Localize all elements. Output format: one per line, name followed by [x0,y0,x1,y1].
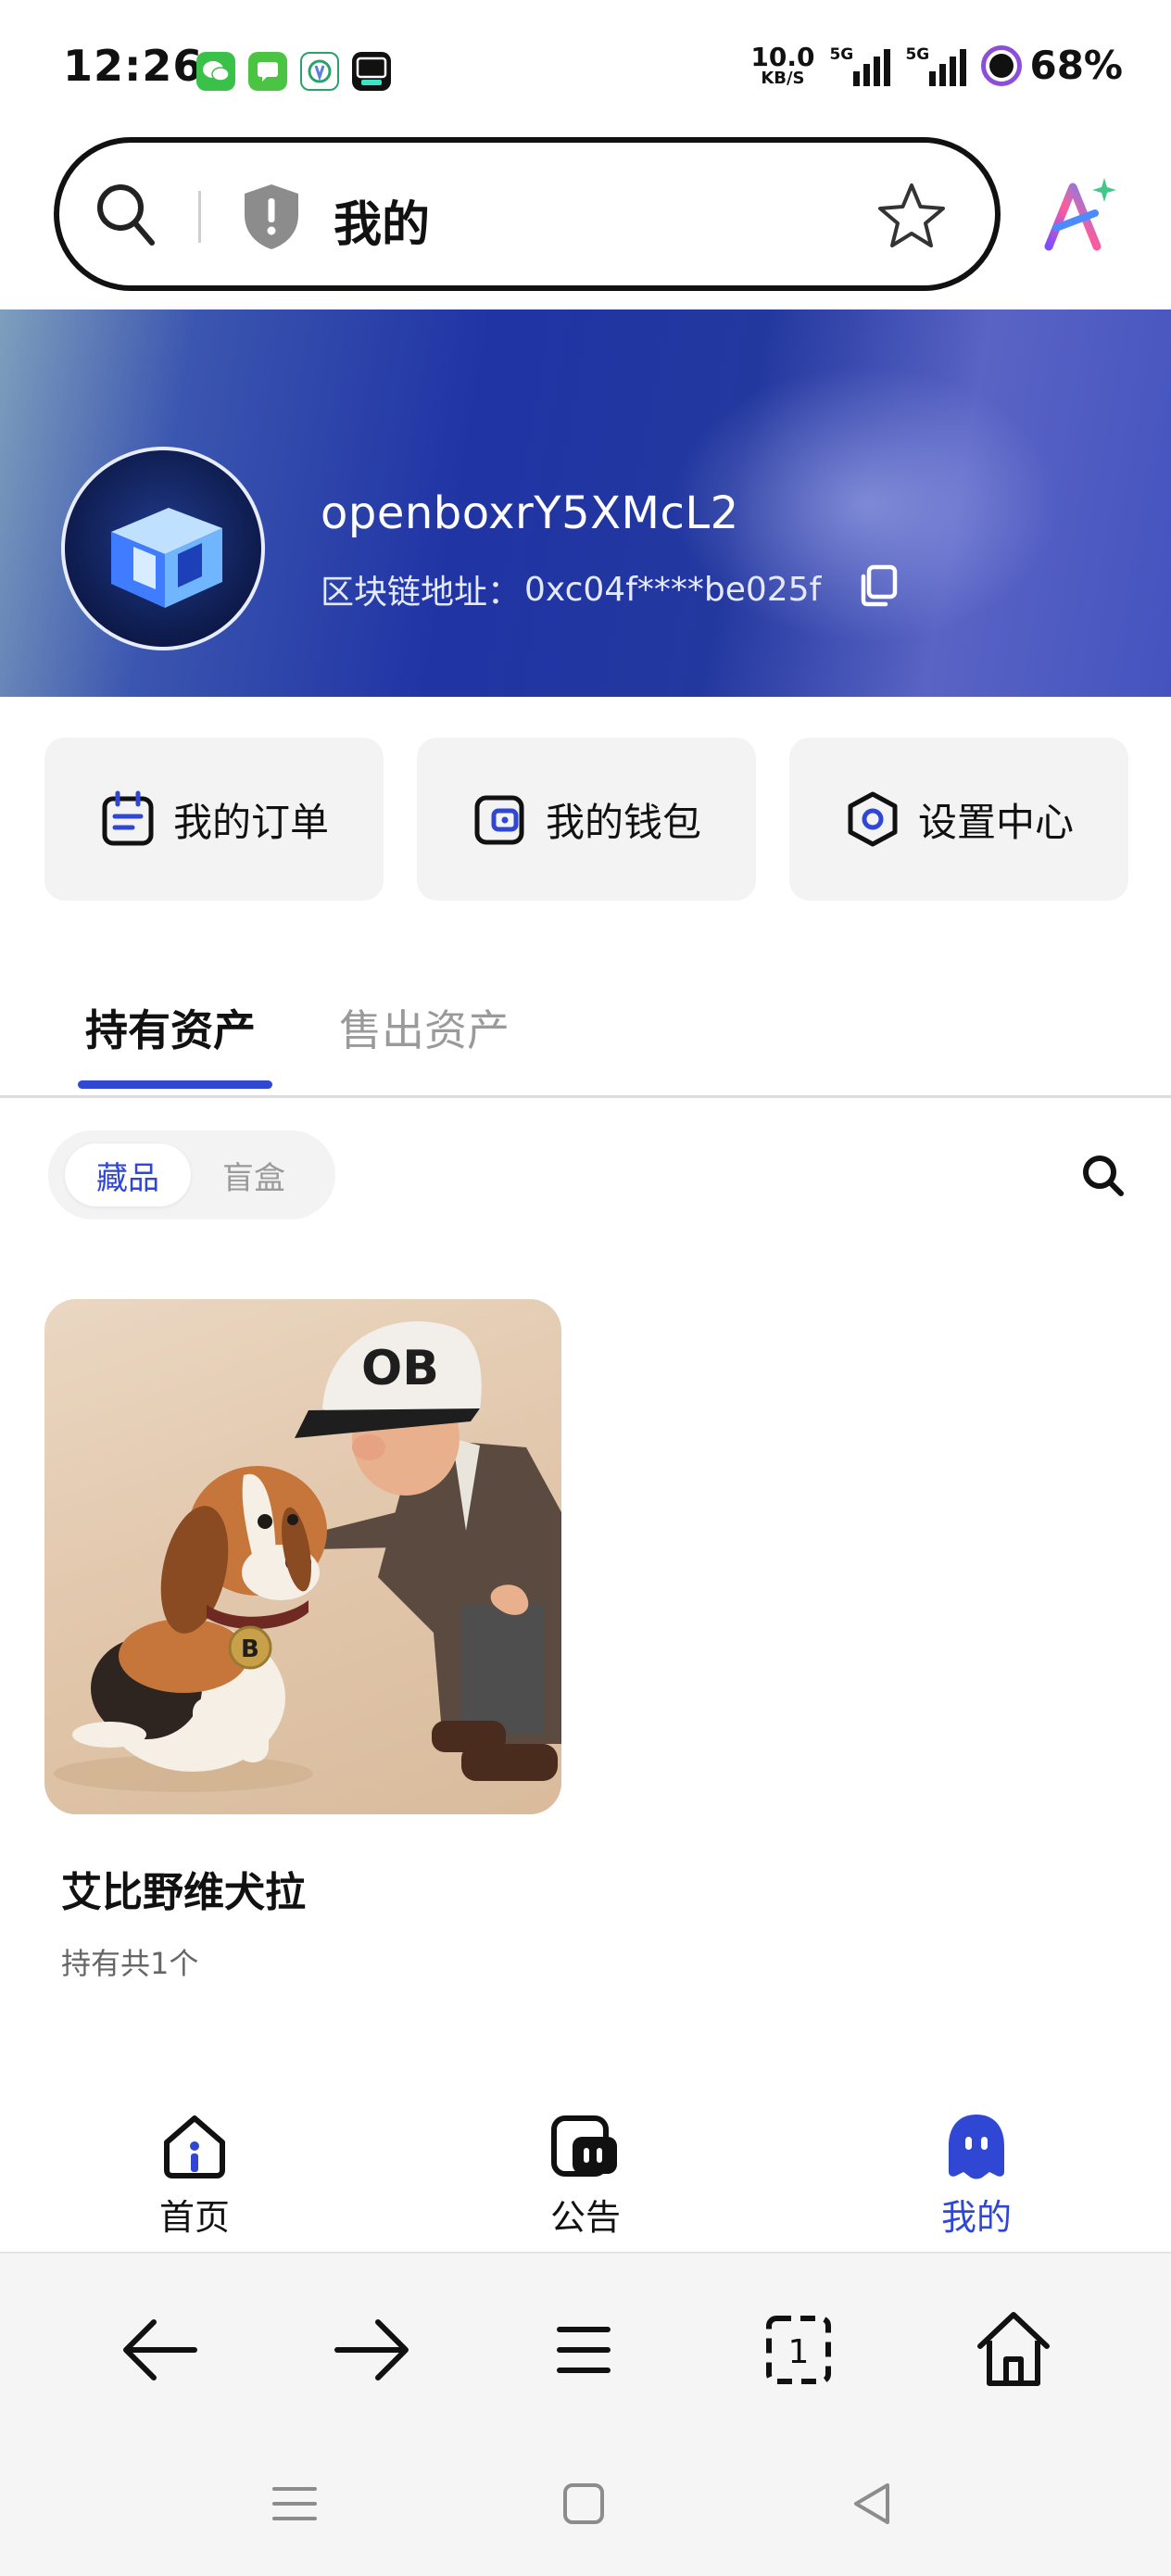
system-recents-icon[interactable] [267,2476,322,2532]
tabs-icon[interactable]: 1 [752,2304,845,2396]
signal-icon: 5G [829,45,891,86]
settings-center-button[interactable]: 设置中心 [789,738,1128,901]
system-home-icon[interactable] [556,2476,611,2532]
cube-logo-icon [111,508,222,608]
battery-icon [981,44,1023,86]
cap-text: OB [361,1341,439,1396]
wallet-icon [474,795,524,845]
status-bar: 12:26 10.0 KB/S 5G 5G 68% [0,0,1171,130]
toggle-collectibles[interactable]: 藏品 [65,1143,191,1206]
my-orders-button[interactable]: 我的订单 [44,738,384,901]
menu-icon[interactable] [537,2304,630,2396]
copy-icon[interactable] [856,563,900,608]
collectible-artwork: OB B [54,1320,561,1792]
green-app-icon [300,52,339,91]
category-toggle: 藏品 盲盒 [48,1130,335,1219]
nav-home[interactable]: 首页 [120,2109,269,2240]
network-speed: 10.0 KB/S [750,41,815,88]
divider [198,191,201,243]
home-icon[interactable] [967,2304,1060,2396]
status-right: 10.0 KB/S 5G 5G 68% [750,43,1123,88]
star-icon[interactable] [875,180,949,254]
order-icon [102,790,154,846]
dewu-icon [352,52,391,91]
search-icon[interactable] [1080,1153,1125,1197]
system-back-icon[interactable] [845,2476,900,2532]
back-arrow-icon[interactable] [113,2304,206,2396]
tab-sold-assets[interactable]: 售出资产 [339,997,510,1058]
nav-notice[interactable]: 公告 [511,2109,660,2240]
wechat-icon [196,52,235,91]
messages-icon [248,52,287,91]
notice-icon [551,2115,617,2177]
nav-profile[interactable]: 我的 [902,2109,1051,2240]
address-bar[interactable]: 我的 [54,137,1001,291]
page-title: 我的 [334,197,431,253]
collectible-image[interactable]: OB B [44,1299,561,1814]
tab-holding-assets[interactable]: 持有资产 [85,997,256,1058]
forward-arrow-icon[interactable] [326,2304,419,2396]
tab-count: 1 [788,2333,810,2371]
tag-text: B [241,1635,259,1663]
shield-icon[interactable] [241,182,302,252]
home-icon [164,2115,225,2178]
settings-icon [848,791,898,847]
avatar[interactable] [61,447,265,650]
my-wallet-button[interactable]: 我的钱包 [417,738,756,901]
toggle-blind-boxes[interactable]: 盲盒 [222,1143,285,1206]
collectible-name[interactable]: 艾比野维犬拉 [61,1859,306,1918]
battery-indicator: 68% [981,43,1123,88]
tabs-divider [0,1095,1171,1098]
username: openboxrY5XMcL2 [321,487,739,539]
chain-address-label: 区块链地址： [321,574,522,612]
chain-address: 区块链地址： 0xc04f****be025f [321,565,821,613]
collectible-holding-count: 持有共1个 [61,1946,199,1981]
ai-assistant-icon[interactable] [1039,174,1119,254]
chain-address-value: 0xc04f****be025f [524,570,822,609]
notification-icons [196,52,391,91]
profile-icon [949,2115,1004,2179]
clock: 12:26 [63,41,204,91]
active-tab-indicator [78,1080,272,1089]
signal-icon-2: 5G [905,45,967,86]
search-icon[interactable] [93,180,157,248]
